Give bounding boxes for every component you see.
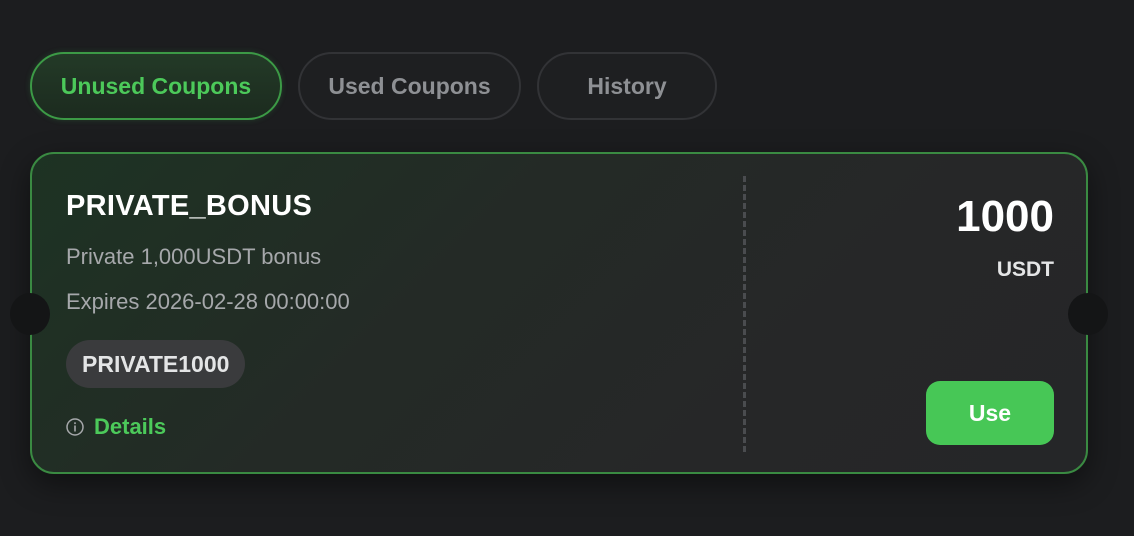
tab-history-label: History [587, 72, 667, 99]
coupon-code-text: PRIVATE1000 [82, 350, 230, 377]
coupon-expiry: Expires 2026-02-28 00:00:00 [66, 289, 350, 314]
use-button[interactable]: Use [926, 381, 1054, 445]
tab-history[interactable]: History [537, 52, 717, 120]
details-label: Details [94, 414, 167, 439]
ticket-notch-right [1068, 293, 1108, 335]
info-icon [66, 418, 84, 436]
coupons-page: Unused Coupons Used Coupons History PRIV… [0, 0, 1134, 536]
coupon-card: PRIVATE_BONUS Private 1,000USDT bonus Ex… [10, 152, 1108, 474]
coupon-title: PRIVATE_BONUS [66, 190, 313, 222]
coupon-description: Private 1,000USDT bonus [66, 244, 322, 269]
coupon-currency: USDT [996, 258, 1054, 281]
coupon-code-badge: PRIVATE1000 [66, 340, 246, 388]
ticket-divider [743, 176, 746, 452]
ticket-notch-left [10, 293, 50, 335]
tab-used-coupons-label: Used Coupons [328, 72, 491, 99]
use-button-label: Use [968, 399, 1012, 426]
tab-unused-coupons-label: Unused Coupons [60, 72, 252, 99]
tab-used-coupons[interactable]: Used Coupons [298, 52, 521, 120]
details-link[interactable]: Details [66, 414, 166, 440]
tab-unused-coupons[interactable]: Unused Coupons [30, 52, 282, 120]
coupon-amount: 1000 [956, 192, 1054, 241]
